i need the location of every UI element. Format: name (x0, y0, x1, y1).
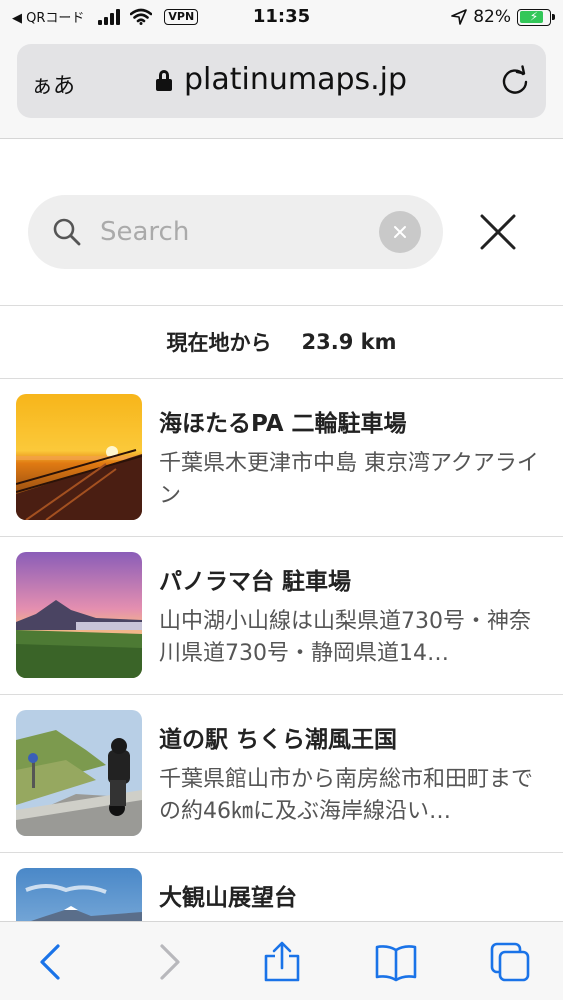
url-text: platinumaps.jp (183, 62, 408, 97)
place-thumbnail (16, 710, 142, 836)
place-title: 大観山展望台 (159, 885, 297, 911)
address-bar[interactable]: ぁあ platinumaps.jp (17, 44, 546, 118)
place-title: 海ほたるPA 二輪駐車場 (159, 411, 407, 437)
place-thumbnail (16, 552, 142, 678)
place-description: 千葉県木更津市中島 東京湾アクアライン (159, 451, 539, 508)
close-icon[interactable] (476, 210, 520, 254)
distance-info: 現在地から 23.9 km (0, 306, 563, 378)
list-item[interactable]: パノラマ台 駐車場 山中湖小山線は山梨県道730号・神奈川県道730号・静岡県道… (0, 536, 563, 694)
search-input[interactable] (100, 213, 370, 251)
browser-address-area: ぁあ platinumaps.jp (0, 36, 563, 139)
book-icon[interactable] (374, 940, 418, 984)
chevron-right-icon[interactable] (146, 940, 190, 984)
place-thumbnail (16, 394, 142, 520)
browser-toolbar (0, 921, 563, 1000)
place-title: パノラマ台 駐車場 (159, 569, 352, 595)
place-description: 山中湖小山線は山梨県道730号・神奈川県道730号・静岡県道14… (159, 609, 531, 666)
share-icon[interactable] (260, 940, 304, 984)
list-item[interactable]: 道の駅 ちくら潮風王国 千葉県館山市から南房総市和田町までの約46㎞に及ぶ海岸線… (0, 694, 563, 852)
status-right: 82% ⚡ (451, 7, 555, 27)
list-item[interactable]: 海ほたるPA 二輪駐車場 千葉県木更津市中島 東京湾アクアライン (0, 378, 563, 536)
search-bar (28, 195, 443, 269)
clear-icon (394, 226, 406, 238)
place-description: 千葉県館山市から南房総市和田町までの約46㎞に及ぶ海岸線沿い… (159, 767, 534, 824)
place-title: 道の駅 ちくら潮風王国 (159, 727, 398, 753)
search-icon (53, 218, 81, 246)
reload-icon[interactable] (498, 64, 532, 98)
clear-search-button[interactable] (379, 211, 421, 253)
status-bar: ◀ QRコード VPN 11:35 82% ⚡ (0, 0, 563, 36)
location-arrow-icon (451, 9, 468, 25)
lock-icon (155, 70, 172, 91)
battery-icon: ⚡ (517, 8, 555, 26)
list-item[interactable]: 大観山展望台 (0, 852, 563, 921)
distance-value: 23.9 km (301, 330, 397, 354)
url-display[interactable]: platinumaps.jp (17, 62, 546, 97)
battery-percent: 82% (473, 7, 511, 27)
chevron-left-icon[interactable] (30, 940, 74, 984)
distance-label: 現在地から (166, 331, 272, 355)
tabs-icon[interactable] (488, 940, 532, 984)
place-thumbnail (16, 868, 142, 921)
